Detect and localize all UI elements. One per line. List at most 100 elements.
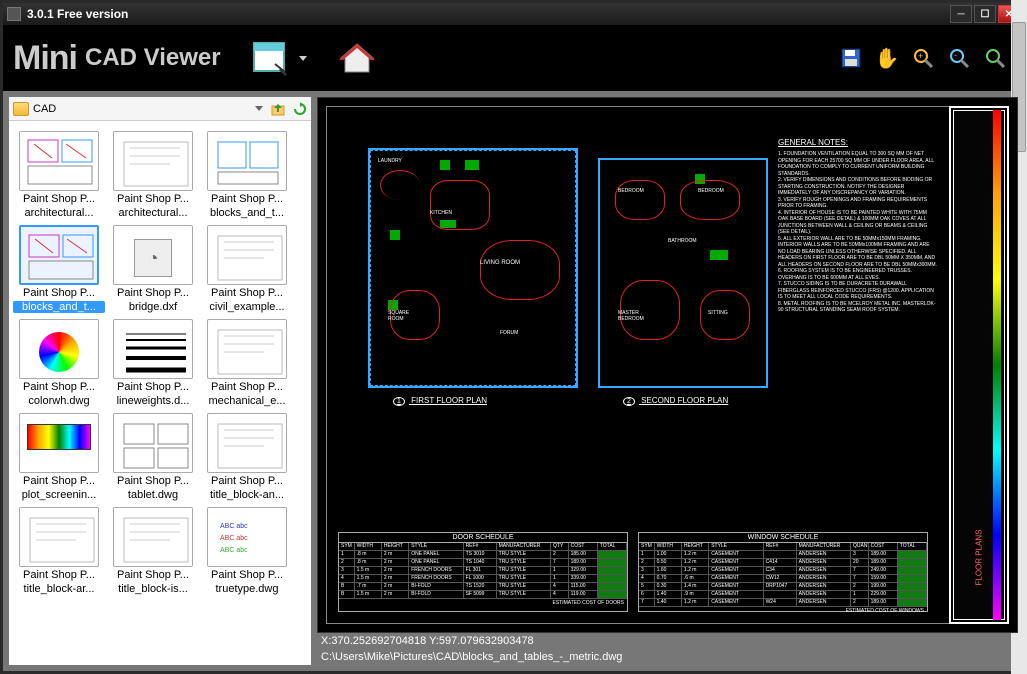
logo-main: Mini xyxy=(13,39,77,78)
thumbnail-item[interactable]: Paint Shop P... architectural... xyxy=(107,131,199,219)
thumbnail-item[interactable]: ◔ Paint Shop P... bridge.dxf xyxy=(107,225,199,313)
main-area: CAD Paint Shop P...architectural...Paint… xyxy=(3,91,1024,671)
window-title: 3.0.1 Free version xyxy=(27,7,950,21)
folder-icon[interactable] xyxy=(13,102,29,116)
thumbnail-preview[interactable] xyxy=(207,413,287,473)
thumbnail-type: Paint Shop P... xyxy=(201,287,293,299)
thumbnail-item[interactable]: Paint Shop P...mechanical_e... xyxy=(201,319,293,407)
folder-up-icon xyxy=(271,102,285,116)
door-schedule-table: DOOR SCHEDULE SYMWIDTHHEIGHTSTYLEREF#MAN… xyxy=(338,532,628,612)
thumbnail-filename: architectural... xyxy=(107,207,199,219)
thumbnail-type: Paint Shop P... xyxy=(13,193,105,205)
thumbnail-item[interactable]: Paint Shop P... title_block-ar... xyxy=(13,507,105,595)
minimize-button[interactable]: ─ xyxy=(950,5,972,23)
thumbnail-preview[interactable]: ABC abcABC abcABC abc xyxy=(207,507,287,567)
general-notes: GENERAL NOTES: 1. FOUNDATION VENTILATION… xyxy=(778,138,938,314)
home-button[interactable] xyxy=(335,36,379,80)
thumbnail-item[interactable]: Paint Shop P... architectural... xyxy=(13,131,105,219)
thumbnail-filename: plot_screenin... xyxy=(13,489,105,501)
thumbnail-filename: title_block-ar... xyxy=(13,583,105,595)
plan2-label: SECOND FLOOR PLAN xyxy=(641,396,728,405)
thumbnail-item[interactable]: Paint Shop P... title_block-is... xyxy=(107,507,199,595)
file-browser: CAD Paint Shop P...architectural...Paint… xyxy=(9,97,311,665)
refresh-button[interactable] xyxy=(293,102,307,116)
thumbnail-preview[interactable] xyxy=(19,507,99,567)
thumbnail-filename: blocks_and_t... xyxy=(13,301,105,313)
open-file-button[interactable] xyxy=(249,36,293,80)
thumbnail-type: Paint Shop P... xyxy=(107,475,199,487)
titlebar[interactable]: 3.0.1 Free version ─ ☐ ✕ xyxy=(3,3,1024,25)
thumbnail-filename: title_block-an... xyxy=(201,489,293,501)
thumbnail-preview[interactable] xyxy=(19,413,99,473)
refresh-icon xyxy=(293,102,307,116)
thumbnail-type: Paint Shop P... xyxy=(107,287,199,299)
save-button[interactable] xyxy=(840,47,862,69)
thumbnail-type: Paint Shop P... xyxy=(13,569,105,581)
thumbnail-filename: colorwh.dwg xyxy=(13,395,105,407)
open-dropdown-icon[interactable] xyxy=(299,56,307,61)
thumbnail-filename: civil_example... xyxy=(201,301,293,313)
zoom-extents-icon xyxy=(985,48,1005,68)
zoom-out-button[interactable]: - xyxy=(948,47,970,69)
thumbnail-filename: architectural... xyxy=(13,207,105,219)
thumbnail-preview[interactable] xyxy=(113,413,193,473)
folder-bar: CAD xyxy=(9,97,311,121)
svg-text:-: - xyxy=(954,50,957,60)
svg-text:ABC abc: ABC abc xyxy=(220,547,248,554)
zoom-in-button[interactable]: + xyxy=(912,47,934,69)
folder-dropdown-icon[interactable] xyxy=(255,106,263,111)
thumbnail-item[interactable]: Paint Shop P...blocks_and_t... xyxy=(13,225,105,313)
thumbnail-type: Paint Shop P... xyxy=(13,381,105,393)
zoom-extents-button[interactable] xyxy=(984,47,1006,69)
thumbnail-item[interactable]: Paint Shop P... blocks_and_t... xyxy=(201,131,293,219)
thumbnail-filename: title_block-is... xyxy=(107,583,199,595)
document-open-icon xyxy=(251,40,291,76)
thumbnail-preview[interactable] xyxy=(113,131,193,191)
maximize-button[interactable]: ☐ xyxy=(974,5,996,23)
thumbnail-item[interactable]: Paint Shop P... civil_example... xyxy=(201,225,293,313)
title-block-label: FLOOR PLANS xyxy=(975,529,984,585)
hand-icon: ✋ xyxy=(875,46,900,71)
thumbnail-type: Paint Shop P... xyxy=(201,381,293,393)
thumbnail-preview[interactable] xyxy=(19,319,99,379)
thumbnail-item[interactable]: Paint Shop P... colorwh.dwg xyxy=(13,319,105,407)
thumbnail-preview[interactable] xyxy=(113,507,193,567)
thumbnail-item[interactable]: Paint Shop P... tablet.dwg xyxy=(107,413,199,501)
thumbnail-preview[interactable] xyxy=(19,225,99,285)
thumbnail-filename: bridge.dxf xyxy=(107,301,199,313)
app-icon xyxy=(7,7,21,21)
up-folder-button[interactable] xyxy=(271,102,285,116)
first-floor-plan: LAUNDRY KITCHEN LIVING ROOM SQUAREROOM F… xyxy=(368,148,578,388)
pan-button[interactable]: ✋ xyxy=(876,47,898,69)
thumbnail-type: Paint Shop P... xyxy=(201,193,293,205)
drawing-canvas[interactable]: LAUNDRY KITCHEN LIVING ROOM SQUAREROOM F… xyxy=(317,97,1018,633)
thumbnail-preview[interactable] xyxy=(19,131,99,191)
status-path: C:\Users\Mike\Pictures\CAD\blocks_and_ta… xyxy=(317,651,1018,665)
logo-sub: CAD Viewer xyxy=(85,44,221,72)
folder-name[interactable]: CAD xyxy=(33,103,251,115)
thumbnail-item[interactable]: Paint Shop P...lineweights.d... xyxy=(107,319,199,407)
toolbar: Mini CAD Viewer ✋ + xyxy=(3,25,1024,91)
thumbnail-preview[interactable]: ◔ xyxy=(113,225,193,285)
svg-text:ABC abc: ABC abc xyxy=(220,523,248,530)
thumbnail-item[interactable]: Paint Shop P... title_block-an... xyxy=(201,413,293,501)
thumbnail-preview[interactable] xyxy=(207,131,287,191)
thumbnail-filename: blocks_and_t... xyxy=(201,207,293,219)
thumbnail-preview[interactable] xyxy=(207,225,287,285)
thumbnail-item[interactable]: ABC abcABC abcABC abcPaint Shop P...true… xyxy=(201,507,293,595)
thumbnail-type: Paint Shop P... xyxy=(107,193,199,205)
thumbnail-filename: tablet.dwg xyxy=(107,489,199,501)
thumbnail-type: Paint Shop P... xyxy=(13,475,105,487)
status-coords: X:370.252692704818 Y:597.079632903478 xyxy=(317,635,1018,649)
thumbnail-item[interactable]: Paint Shop P... plot_screenin... xyxy=(13,413,105,501)
thumbnail-preview[interactable] xyxy=(113,319,193,379)
title-block: FLOOR PLANS xyxy=(949,106,1009,624)
thumbnail-type: Paint Shop P... xyxy=(107,569,199,581)
thumbnail-type: Paint Shop P... xyxy=(201,475,293,487)
thumbnail-filename: truetype.dwg xyxy=(201,583,293,595)
thumbnail-grid[interactable]: Paint Shop P...architectural...Paint Sho… xyxy=(9,121,311,665)
thumbnail-type: Paint Shop P... xyxy=(201,569,293,581)
floppy-icon xyxy=(841,48,861,68)
svg-text:+: + xyxy=(918,51,923,61)
thumbnail-preview[interactable] xyxy=(207,319,287,379)
